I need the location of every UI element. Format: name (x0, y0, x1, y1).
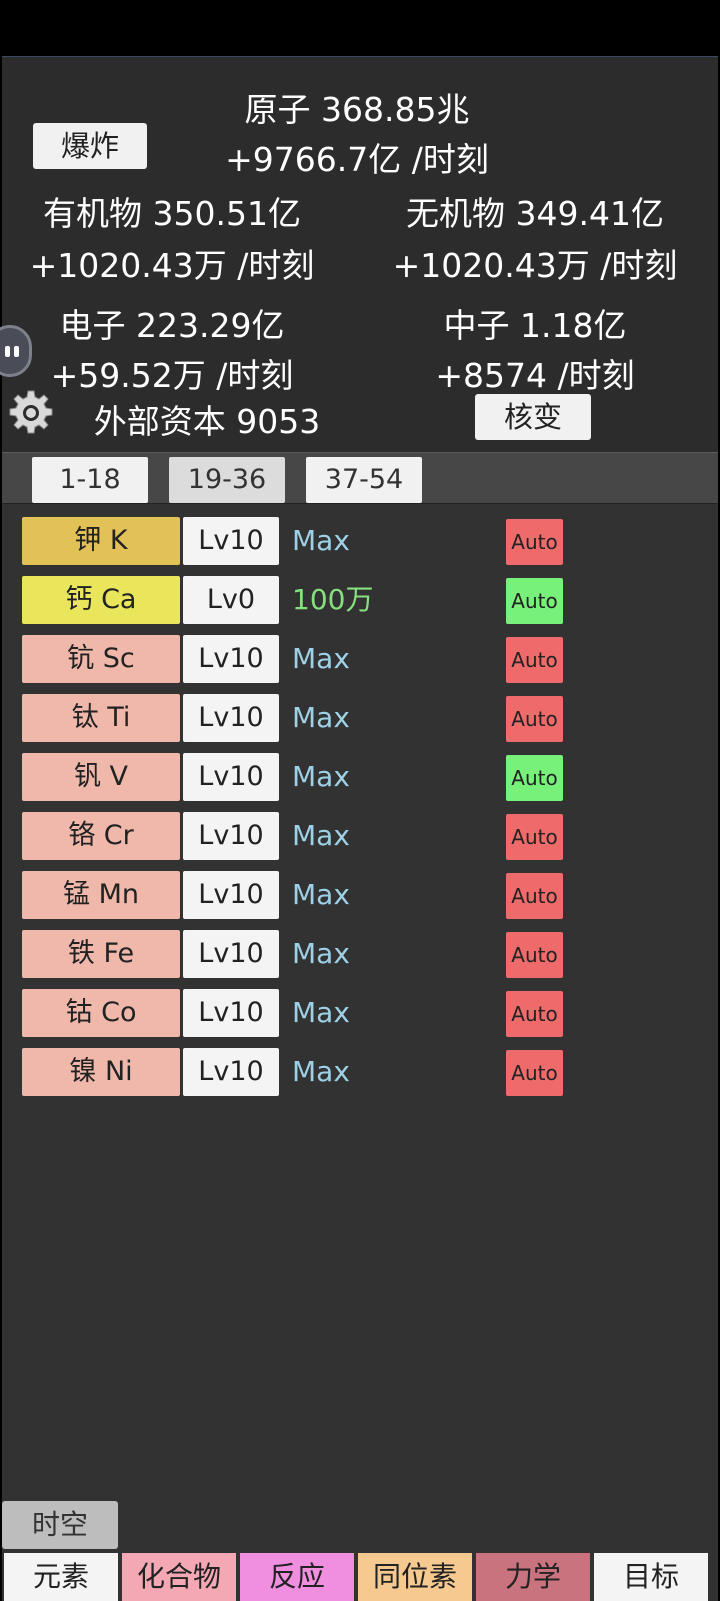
element-cost: Max (292, 1055, 350, 1088)
element-cost: 100万 (292, 583, 374, 616)
inorganic-rate: +1020.43万 /时刻 (392, 246, 678, 285)
auto-toggle[interactable]: Auto (506, 991, 563, 1037)
element-level: Lv10 (183, 930, 279, 978)
element-row: 钾 K Lv10 Max Auto (22, 517, 582, 565)
external-capital: 外部资本 9053 (93, 402, 321, 441)
element-level: Lv10 (183, 517, 279, 565)
element-cost: Max (292, 878, 350, 911)
element-upgrade-button[interactable]: 锰 Mn (22, 871, 180, 919)
element-upgrade-button[interactable]: 钴 Co (22, 989, 180, 1037)
element-row: 锰 Mn Lv10 Max Auto (22, 871, 582, 919)
electrons-rate: +59.52万 /时刻 (50, 356, 294, 395)
element-upgrade-button[interactable]: 铁 Fe (22, 930, 180, 978)
element-row: 铁 Fe Lv10 Max Auto (22, 930, 582, 978)
nav-tab[interactable]: 力学 (476, 1553, 590, 1601)
element-row: 钛 Ti Lv10 Max Auto (22, 694, 582, 742)
auto-toggle[interactable]: Auto (506, 578, 563, 624)
element-upgrade-button[interactable]: 铬 Cr (22, 812, 180, 860)
element-level: Lv10 (183, 989, 279, 1037)
auto-toggle[interactable]: Auto (506, 814, 563, 860)
resource-header: 原子 368.85兆 +9766.7亿 /时刻 爆炸 有机物 350.51亿 +… (0, 57, 718, 453)
element-row: 钪 Sc Lv10 Max Auto (22, 635, 582, 683)
organic-count: 有机物 350.51亿 (43, 194, 301, 233)
nav-tab[interactable]: 元素 (4, 1553, 118, 1601)
auto-toggle[interactable]: Auto (506, 1050, 563, 1096)
element-cost: Max (292, 996, 350, 1029)
tab-range-37-54[interactable]: 37-54 (306, 457, 422, 503)
bottom-nav: 元素 化合物 反应 同位素 力学 目标 (2, 1553, 718, 1601)
nav-tab[interactable]: 反应 (240, 1553, 354, 1601)
element-row: 镍 Ni Lv10 Max Auto (22, 1048, 582, 1096)
element-range-tabs: 1-18 19-36 37-54 (2, 452, 718, 504)
element-cost: Max (292, 937, 350, 970)
neutrons-rate: +8574 /时刻 (435, 356, 635, 395)
auto-toggle[interactable]: Auto (506, 932, 563, 978)
element-cost: Max (292, 819, 350, 852)
electrons-count: 电子 223.29亿 (59, 306, 285, 345)
element-level: Lv10 (183, 635, 279, 683)
fission-button[interactable]: 核变 (475, 394, 591, 440)
neutrons-count: 中子 1.18亿 (443, 306, 627, 345)
nav-tab[interactable]: 同位素 (358, 1553, 472, 1601)
element-upgrade-button[interactable]: 镍 Ni (22, 1048, 180, 1096)
auto-toggle[interactable]: Auto (506, 519, 563, 565)
auto-toggle[interactable]: Auto (506, 696, 563, 742)
atoms-rate: +9766.7亿 /时刻 (225, 140, 489, 179)
element-row: 钒 V Lv10 Max Auto (22, 753, 582, 801)
element-upgrade-button[interactable]: 钙 Ca (22, 576, 180, 624)
organic-rate: +1020.43万 /时刻 (29, 246, 315, 285)
status-bar (0, 0, 720, 56)
element-level: Lv10 (183, 753, 279, 801)
element-row: 钙 Ca Lv0 100万 Auto (22, 576, 582, 624)
tab-range-19-36[interactable]: 19-36 (169, 457, 285, 503)
element-cost: Max (292, 701, 350, 734)
auto-toggle[interactable]: Auto (506, 755, 563, 801)
element-level: Lv10 (183, 694, 279, 742)
element-level: Lv10 (183, 871, 279, 919)
gear-icon[interactable] (7, 389, 55, 437)
element-row: 铬 Cr Lv10 Max Auto (22, 812, 582, 860)
explode-button[interactable]: 爆炸 (33, 123, 147, 169)
element-upgrade-button[interactable]: 钛 Ti (22, 694, 180, 742)
element-row: 钴 Co Lv10 Max Auto (22, 989, 582, 1037)
nav-tab[interactable]: 化合物 (122, 1553, 236, 1601)
element-cost: Max (292, 760, 350, 793)
element-level: Lv10 (183, 1048, 279, 1096)
element-level: Lv10 (183, 812, 279, 860)
element-cost: Max (292, 524, 350, 557)
tab-range-1-18[interactable]: 1-18 (32, 457, 148, 503)
element-upgrade-button[interactable]: 钪 Sc (22, 635, 180, 683)
spacetime-tab[interactable]: 时空 (2, 1501, 118, 1549)
element-level: Lv0 (183, 576, 279, 624)
nav-tab[interactable]: 目标 (594, 1553, 708, 1601)
element-cost: Max (292, 642, 350, 675)
game-screen: 原子 368.85兆 +9766.7亿 /时刻 爆炸 有机物 350.51亿 +… (0, 56, 718, 1601)
atoms-count: 原子 368.85兆 (244, 90, 470, 129)
element-upgrade-button[interactable]: 钒 V (22, 753, 180, 801)
element-upgrade-button[interactable]: 钾 K (22, 517, 180, 565)
auto-toggle[interactable]: Auto (506, 637, 563, 683)
inorganic-count: 无机物 349.41亿 (406, 194, 664, 233)
auto-toggle[interactable]: Auto (506, 873, 563, 919)
